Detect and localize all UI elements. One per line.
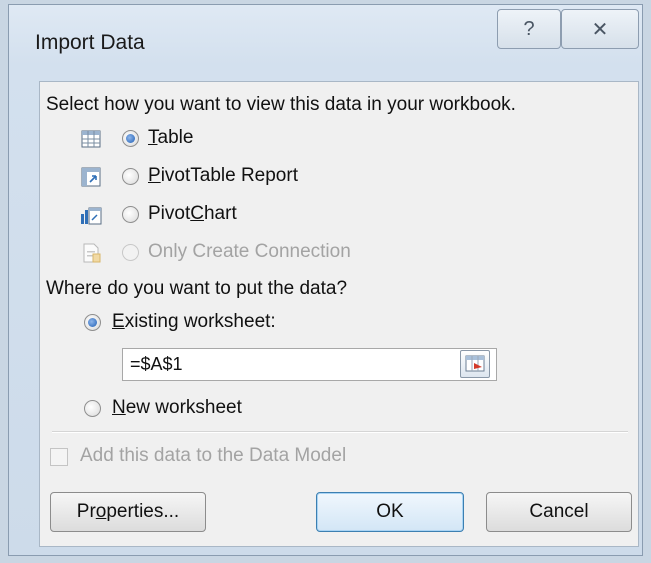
data-model-checkbox[interactable] — [50, 448, 68, 466]
dialog-window: Import Data ? ✕ Select how you want to v… — [8, 4, 643, 556]
cancel-button[interactable]: Cancel — [486, 492, 632, 532]
radio-existing-worksheet[interactable] — [84, 314, 101, 331]
location-prompt: Where do you want to put the data? — [46, 278, 348, 299]
radio-new-worksheet[interactable] — [84, 400, 101, 417]
radio-pivottable[interactable] — [122, 168, 139, 185]
pivottable-icon — [81, 167, 101, 187]
dialog-body: Select how you want to view this data in… — [39, 81, 639, 547]
new-worksheet-label[interactable]: New worksheet — [112, 397, 242, 419]
properties-button[interactable]: Pr o perties... — [50, 492, 206, 532]
close-button[interactable]: ✕ — [561, 9, 639, 49]
radio-pivotchart[interactable] — [122, 206, 139, 223]
dialog-title: Import Data — [35, 31, 145, 54]
ok-button[interactable]: OK — [316, 492, 464, 532]
range-picker-button[interactable] — [460, 350, 490, 378]
option-pivottable-label[interactable]: PivotTable Report — [148, 165, 298, 187]
help-icon: ? — [523, 17, 535, 40]
reference-input[interactable]: =$A$1 — [122, 348, 497, 381]
existing-worksheet-label[interactable]: Existing worksheet: — [112, 311, 276, 333]
radio-connection[interactable] — [122, 244, 139, 261]
range-select-icon — [465, 355, 485, 372]
option-table-label[interactable]: Table — [148, 127, 193, 149]
close-icon: ✕ — [591, 18, 609, 41]
view-prompt: Select how you want to view this data in… — [46, 94, 516, 115]
data-model-label: Add this data to the Data Model — [80, 445, 347, 466]
separator — [52, 431, 628, 433]
pivotchart-icon — [81, 207, 102, 225]
connection-icon — [83, 243, 101, 263]
help-button[interactable]: ? — [497, 9, 561, 49]
radio-table[interactable] — [122, 130, 139, 147]
option-connection-label: Only Create Connection — [148, 241, 351, 262]
table-icon — [81, 130, 101, 148]
option-pivotchart-label[interactable]: PivotChart — [148, 203, 237, 225]
